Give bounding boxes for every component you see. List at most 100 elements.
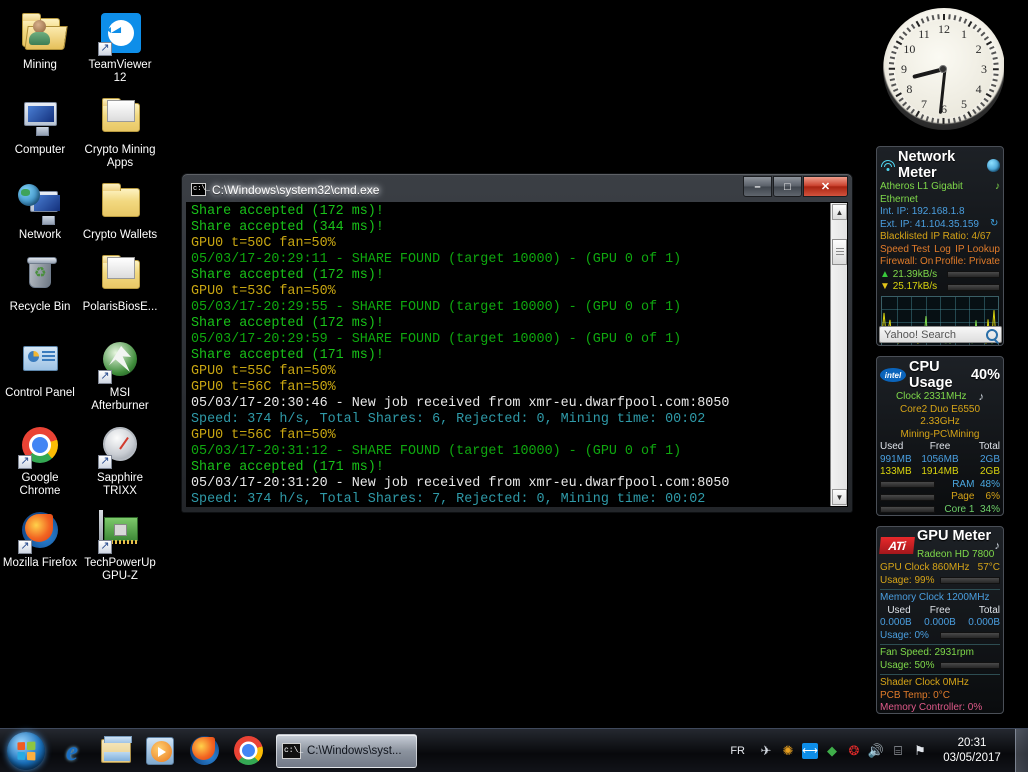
desktop-icon-label: PolarisBiosE...	[82, 301, 158, 314]
desktop-icon-label: Network	[2, 229, 78, 242]
cpu-usage-percent: 40%	[971, 367, 1000, 383]
scrollbar-thumb[interactable]	[832, 239, 847, 265]
volume-icon[interactable]: 🔊	[865, 739, 887, 763]
cmd-window-title: C:\Windows\system32\cmd.exe	[212, 183, 379, 197]
clock-tick	[973, 24, 977, 29]
network-meter-gadget[interactable]: Network Meter Atheros L1 Gigabit Etherne…	[876, 146, 1004, 346]
gpu-clock-row: GPU Clock 860MHz 57°C	[877, 562, 1003, 575]
cpu-bar-value: 6%	[974, 491, 1000, 504]
console-line: Speed: 374 h/s, Total Shares: 7, Rejecte…	[191, 492, 830, 506]
taskbar-media-player[interactable]	[138, 731, 182, 771]
desktop-icon-label: TechPowerUp GPU-Z	[82, 557, 158, 583]
desktop-icon-teamviewer[interactable]: ↗ TeamViewer 12	[80, 4, 160, 89]
clock-gadget[interactable]: 121234567891011	[876, 4, 1004, 136]
plane-icon[interactable]: ✈	[755, 739, 777, 763]
console-line: Share accepted (172 ms)!	[191, 316, 830, 332]
icon-row: ↗ Mozilla Firefox ↗ TechPowerUp GPU-Z	[0, 502, 170, 587]
cpu-usage-gadget[interactable]: intel CPU Usage 40% Clock 2331MHz ♪ Core…	[876, 356, 1004, 516]
clock-tick	[991, 84, 996, 87]
desktop-icon-network[interactable]: Network	[0, 174, 80, 246]
clock-numeral: 6	[936, 102, 952, 117]
cpu-ram-row: 991MB 1056MB 2GB	[877, 454, 1003, 467]
clock-tick	[991, 51, 996, 54]
cmd-console-client[interactable]: Share accepted (172 ms)!Share accepted (…	[186, 202, 848, 507]
teamviewer-tray-icon[interactable]: ⟷	[802, 743, 818, 759]
console-line: 05/03/17-20:31:20 - New job received fro…	[191, 476, 830, 492]
music-note-icon[interactable]: ♪	[995, 540, 1001, 552]
scroll-up-icon[interactable]: ▲	[832, 204, 847, 220]
cpu-clock: Clock 2331MHz	[896, 391, 967, 404]
close-button[interactable]: ✕	[803, 176, 848, 197]
cmd-scrollbar[interactable]: ▲ ▼	[830, 203, 847, 506]
download-manager-icon[interactable]: ◆	[821, 739, 843, 763]
desktop-icon-mining[interactable]: Mining	[0, 4, 80, 89]
desktop-icon-crypto-mining-apps[interactable]: Crypto Mining Apps	[80, 89, 160, 174]
log-link[interactable]: Log	[934, 244, 951, 257]
icon-row: ↗ Google Chrome ↗ Sapphire TRIXX	[0, 417, 170, 502]
burst-icon[interactable]: ✺	[777, 739, 799, 763]
maximize-button[interactable]: □	[773, 176, 802, 197]
taskbar-window-cmd[interactable]: C:\Windows\syst...	[276, 734, 417, 768]
scroll-down-icon[interactable]: ▼	[832, 489, 847, 505]
start-button[interactable]	[2, 731, 50, 771]
desktop-icon-gpu-z[interactable]: ↗ TechPowerUp GPU-Z	[80, 502, 160, 587]
ip-lookup-link[interactable]: IP Lookup	[955, 244, 1000, 257]
desktop-icon-google-chrome[interactable]: ↗ Google Chrome	[0, 417, 80, 502]
clock-tick	[937, 14, 939, 19]
clock-tick	[937, 119, 939, 124]
cpu-page-row: 133MB 1914MB 2GB	[877, 466, 1003, 479]
yahoo-search-input[interactable]: Yahoo! Search	[879, 326, 1002, 343]
action-center-icon[interactable]: ⚑	[909, 739, 931, 763]
desktop-icon-polaris-bios-editor[interactable]: PolarisBiosE...	[80, 246, 160, 318]
clock-tick	[926, 116, 929, 121]
console-line: GPU0 t=53C fan=50%	[191, 284, 830, 300]
desktop-icon-mozilla-firefox[interactable]: ↗ Mozilla Firefox	[0, 502, 80, 587]
language-indicator[interactable]: FR	[724, 745, 755, 757]
cpu-model: Core2 Duo E6550 2.33GHz	[877, 404, 1003, 429]
column-free: Free	[918, 441, 962, 454]
show-desktop-button[interactable]	[1015, 729, 1028, 772]
desktop-icon-msi-afterburner[interactable]: ↗ MSI Afterburner	[80, 332, 160, 417]
desktop-icon-grid: Mining ↗ TeamViewer 12 Computer Crypto M…	[0, 4, 170, 587]
search-icon[interactable]	[986, 329, 998, 341]
gpu-usage-row: Usage: 99%	[877, 575, 1003, 588]
ram-free: 1056MB	[918, 454, 962, 467]
desktop-icon-recycle-bin[interactable]: Recycle Bin	[0, 246, 80, 318]
taskbar-internet-explorer[interactable]: e	[50, 731, 94, 771]
gpu-meter-gadget[interactable]: ATi GPU Meter Radeon HD 7800 ♪ GPU Clock…	[876, 526, 1004, 714]
desktop-icon-computer[interactable]: Computer	[0, 89, 80, 174]
cpu-bar-row: Page6%	[877, 491, 1003, 504]
taskbar-chrome[interactable]	[226, 731, 270, 771]
music-note-icon[interactable]: ♪	[995, 181, 1000, 206]
external-ip-value: 41.104.35.159	[915, 219, 979, 230]
taskbar-clock[interactable]: 20:31 03/05/2017	[931, 736, 1013, 766]
cpu-bar-track	[880, 481, 935, 488]
refresh-icon[interactable]: ↻	[990, 219, 1000, 229]
minimize-button[interactable]: –	[743, 176, 772, 197]
clock-numeral: 7	[916, 97, 932, 112]
clock-tick	[911, 109, 915, 114]
gpu-gadget-title: GPU Meter	[917, 529, 995, 544]
desktop-icon-sapphire-trixx[interactable]: ↗ Sapphire TRIXX	[80, 417, 160, 502]
network-meter-title: Network Meter	[898, 149, 987, 181]
network-links-row: Speed Test Log IP Lookup	[877, 244, 1003, 257]
clock-tick	[963, 114, 966, 119]
desktop-icon-control-panel[interactable]: Control Panel	[0, 332, 80, 417]
shortcut-arrow-icon: ↗	[98, 370, 112, 384]
clock-tick	[993, 79, 998, 82]
gpu-pcb-temp: PCB Temp: 0°C	[877, 690, 1003, 703]
cmd-window[interactable]: C:\Windows\system32\cmd.exe – □ ✕ Share …	[181, 173, 853, 513]
ram-total: 2GB	[966, 454, 1000, 467]
music-note-icon[interactable]: ♪	[979, 391, 985, 404]
taskbar-windows-explorer[interactable]	[94, 731, 138, 771]
network-icon[interactable]: ⌸	[887, 739, 909, 763]
cpu-clock-row: Clock 2331MHz ♪	[877, 391, 1003, 404]
amd-catalyst-icon[interactable]: ❂	[843, 739, 865, 763]
speed-test-link[interactable]: Speed Test	[880, 244, 930, 257]
taskbar-firefox[interactable]	[182, 731, 226, 771]
clock-numeral: 5	[956, 97, 972, 112]
desktop-icon-crypto-wallets[interactable]: Crypto Wallets	[80, 174, 160, 246]
gpu-usage-label: Usage: 99%	[880, 575, 934, 588]
clock-tick	[958, 116, 961, 121]
cmd-titlebar[interactable]: C:\Windows\system32\cmd.exe – □ ✕	[185, 177, 849, 202]
